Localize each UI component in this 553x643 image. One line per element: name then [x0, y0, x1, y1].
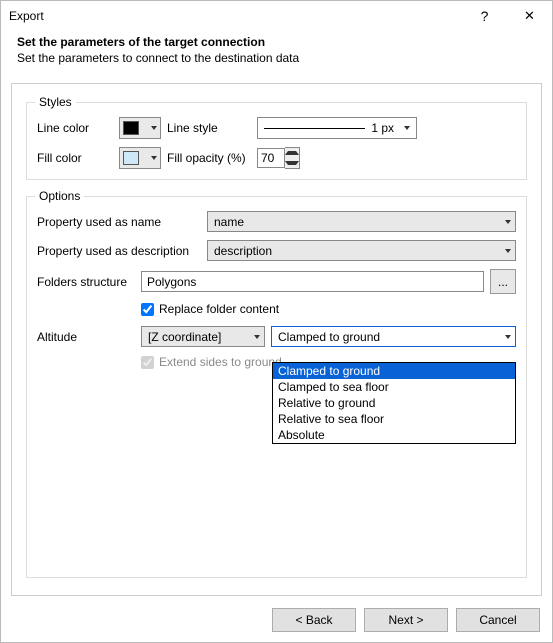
- help-button[interactable]: ?: [462, 1, 507, 31]
- line-color-swatch: [123, 121, 139, 135]
- browse-button[interactable]: ...: [490, 269, 516, 294]
- titlebar: Export ?: [1, 1, 552, 31]
- footer: < Back Next > Cancel: [272, 608, 540, 632]
- altitude-mode-option[interactable]: Absolute: [273, 427, 515, 443]
- spinner-down-icon[interactable]: [285, 158, 299, 168]
- window-title: Export: [9, 9, 462, 23]
- extend-sides-label: Extend sides to ground: [159, 355, 282, 369]
- close-button[interactable]: [507, 1, 552, 31]
- line-preview: [264, 128, 365, 129]
- fill-opacity-spinner[interactable]: [257, 147, 300, 169]
- styles-group: Styles Line color Line style 1 px Fill c…: [26, 102, 527, 180]
- altitude-source-select[interactable]: [Z coordinate]: [141, 326, 265, 347]
- altitude-mode-value: Clamped to ground: [278, 330, 380, 344]
- altitude-mode-option[interactable]: Clamped to ground: [273, 363, 515, 379]
- fill-opacity-label: Fill opacity (%): [167, 151, 257, 165]
- prop-desc-select[interactable]: description: [207, 240, 516, 261]
- prop-name-label: Property used as name: [37, 215, 207, 229]
- altitude-mode-dropdown[interactable]: Clamped to ground Clamped to sea floor R…: [272, 362, 516, 444]
- altitude-mode-option[interactable]: Clamped to sea floor: [273, 379, 515, 395]
- back-button[interactable]: < Back: [272, 608, 356, 632]
- prop-name-value: name: [214, 215, 244, 229]
- altitude-mode-option[interactable]: Relative to sea floor: [273, 411, 515, 427]
- altitude-source-value: [Z coordinate]: [148, 330, 221, 344]
- line-color-picker[interactable]: [119, 117, 161, 139]
- spinner-up-icon[interactable]: [285, 148, 299, 158]
- line-style-label: Line style: [167, 121, 257, 135]
- altitude-label: Altitude: [37, 330, 141, 344]
- replace-folder-checkbox[interactable]: [141, 303, 154, 316]
- folders-input[interactable]: [141, 271, 484, 292]
- folders-label: Folders structure: [37, 275, 141, 289]
- ellipsis-icon: ...: [498, 275, 508, 289]
- fill-color-picker[interactable]: [119, 147, 161, 169]
- next-button[interactable]: Next >: [364, 608, 448, 632]
- altitude-mode-option[interactable]: Relative to ground: [273, 395, 515, 411]
- chevron-down-icon: [151, 126, 157, 130]
- prop-desc-label: Property used as description: [37, 244, 207, 258]
- chevron-down-icon: [505, 335, 511, 339]
- header: Set the parameters of the target connect…: [1, 31, 552, 75]
- chevron-down-icon: [505, 220, 511, 224]
- line-color-label: Line color: [37, 121, 119, 135]
- replace-folder-label: Replace folder content: [159, 302, 279, 316]
- chevron-down-icon: [404, 126, 410, 130]
- chevron-down-icon: [254, 335, 260, 339]
- fill-color-label: Fill color: [37, 151, 119, 165]
- line-style-value: 1 px: [371, 121, 394, 135]
- altitude-mode-select[interactable]: Clamped to ground: [271, 326, 516, 347]
- main-panel: Styles Line color Line style 1 px Fill c…: [11, 83, 542, 596]
- export-dialog: Export ? Set the parameters of the targe…: [0, 0, 553, 643]
- chevron-down-icon: [505, 249, 511, 253]
- extend-sides-checkbox: [141, 356, 154, 369]
- line-style-picker[interactable]: 1 px: [257, 117, 417, 139]
- fill-opacity-input[interactable]: [257, 148, 285, 168]
- prop-name-select[interactable]: name: [207, 211, 516, 232]
- fill-color-swatch: [123, 151, 139, 165]
- cancel-button[interactable]: Cancel: [456, 608, 540, 632]
- chevron-down-icon: [151, 156, 157, 160]
- styles-legend: Styles: [35, 95, 76, 109]
- options-legend: Options: [35, 189, 84, 203]
- page-subtitle: Set the parameters to connect to the des…: [17, 51, 536, 65]
- prop-desc-value: description: [214, 244, 272, 258]
- page-title: Set the parameters of the target connect…: [17, 35, 536, 49]
- options-group: Options Property used as name name Prope…: [26, 196, 527, 578]
